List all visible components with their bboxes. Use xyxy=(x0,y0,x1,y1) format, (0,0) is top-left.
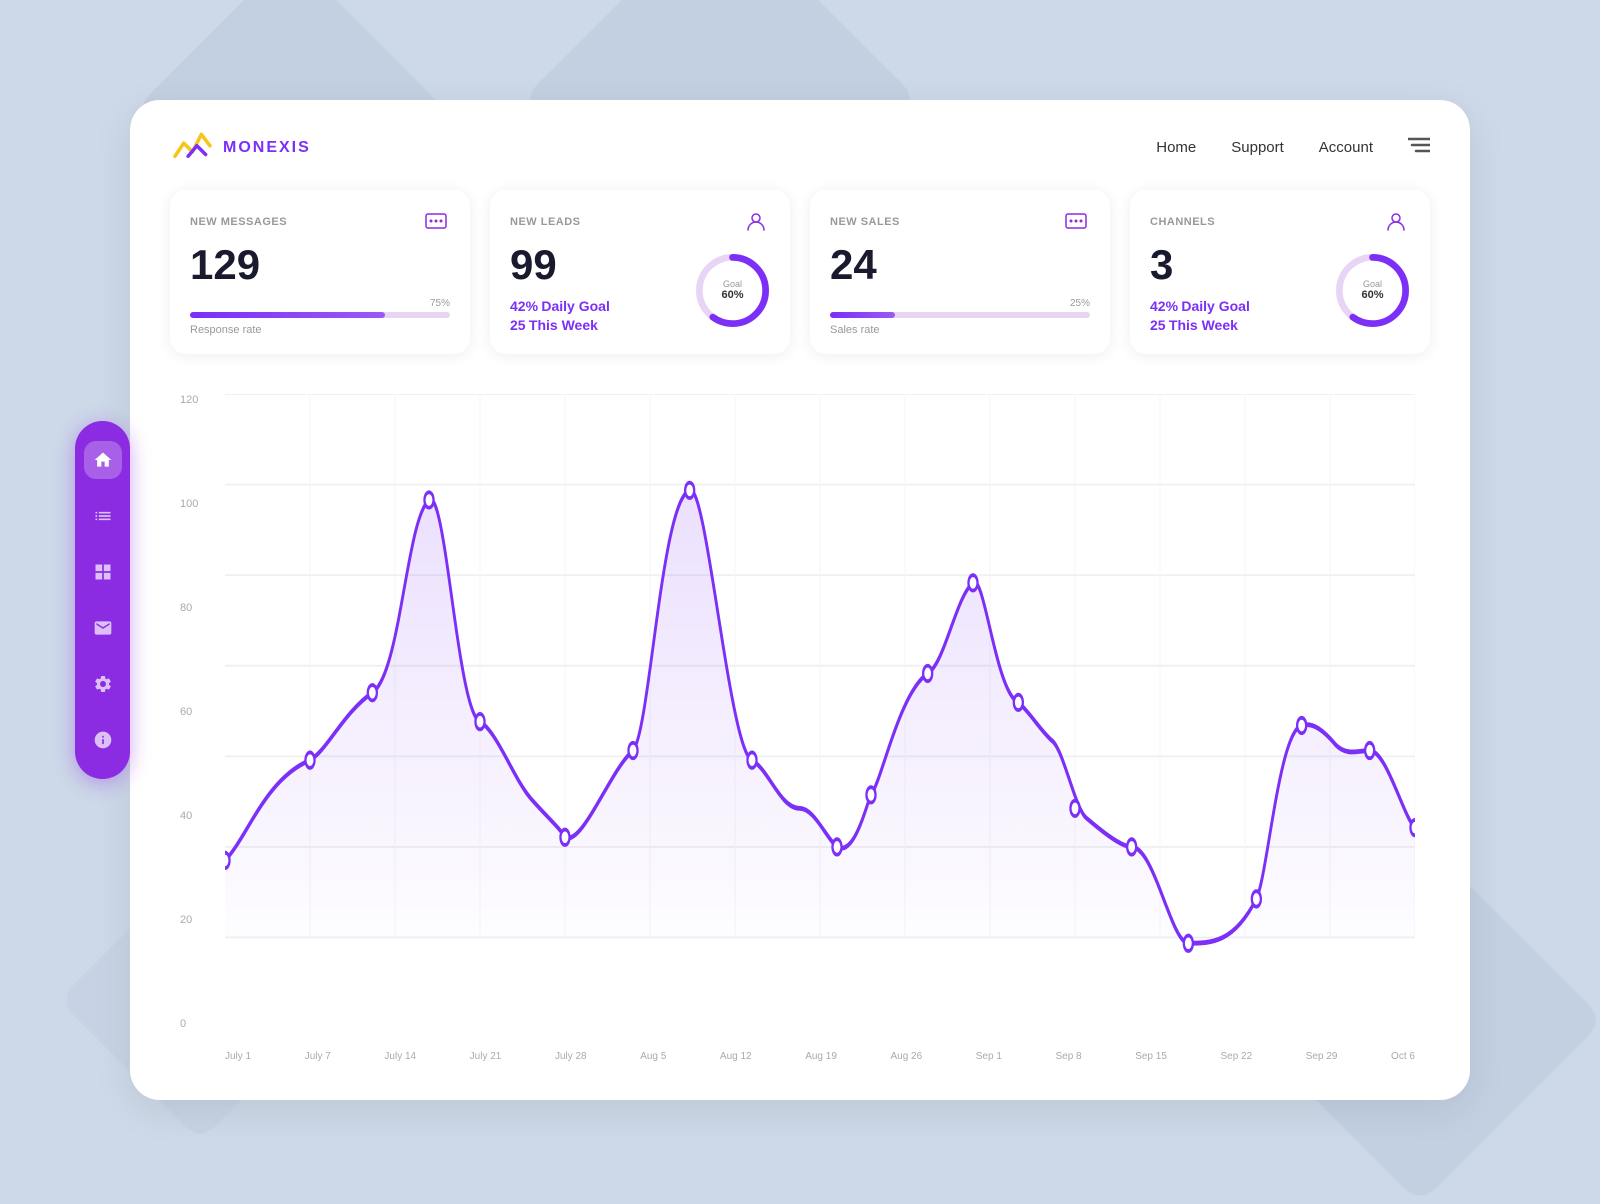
stat-card-leads-header: NEW LEADS xyxy=(510,208,770,236)
stat-sales-bar-fill xyxy=(830,312,895,318)
stat-channels-chart-label: Goal 60% xyxy=(1361,279,1383,301)
chart-area: 120 100 80 60 40 20 0 xyxy=(170,379,1430,1070)
sidebar-item-home[interactable] xyxy=(84,441,122,479)
stat-card-messages-header: NEW MESSAGES xyxy=(190,208,450,236)
stat-messages-value: 129 xyxy=(190,244,450,286)
leads-icon xyxy=(742,208,770,236)
stats-row: NEW MESSAGES 129 75% Response rate xyxy=(170,190,1430,354)
stat-sales-value: 24 xyxy=(830,244,1090,286)
menu-icon[interactable] xyxy=(1408,137,1430,158)
stat-sales-label: NEW SALES xyxy=(830,216,900,228)
sales-icon xyxy=(1062,208,1090,236)
stat-card-channels-header: CHANNELS xyxy=(1150,208,1410,236)
stat-channels-goal-label: Daily Goal xyxy=(1181,298,1249,314)
sidebar-item-list[interactable] xyxy=(84,497,122,535)
nav: Home Support Account xyxy=(1156,137,1430,158)
stat-card-channels: CHANNELS 3 42% Daily Goal 25 This Week xyxy=(1130,190,1430,354)
chart-y-axis: 120 100 80 60 40 20 0 xyxy=(180,394,198,1030)
stat-sales-bar-bg xyxy=(830,312,1090,318)
stat-channels-left: 3 42% Daily Goal 25 This Week xyxy=(1150,244,1325,336)
stat-card-sales-header: NEW SALES xyxy=(830,208,1090,236)
stat-messages-sub: Response rate xyxy=(190,324,450,336)
list-icon xyxy=(93,506,113,526)
stat-channels-label: CHANNELS xyxy=(1150,216,1215,228)
stat-sales-bar: 25% xyxy=(830,298,1090,318)
stat-messages-bar: 75% xyxy=(190,298,450,318)
stat-leads-week-val: 25 xyxy=(510,317,526,333)
logo: MONEXIS xyxy=(170,130,311,165)
stat-sales-sub: Sales rate xyxy=(830,324,1090,336)
home-icon xyxy=(93,450,113,470)
line-chart-svg xyxy=(225,394,1415,1030)
logo-text: MONEXIS xyxy=(223,139,311,157)
mail-icon xyxy=(93,618,113,638)
nav-support[interactable]: Support xyxy=(1231,139,1284,156)
info-icon xyxy=(93,730,113,750)
stat-messages-label: NEW MESSAGES xyxy=(190,216,287,228)
stat-messages-bar-fill xyxy=(190,312,385,318)
stat-leads-label: NEW LEADS xyxy=(510,216,581,228)
stat-leads-left: 99 42% Daily Goal 25 This Week xyxy=(510,244,685,336)
sidebar-item-settings[interactable] xyxy=(84,665,122,703)
stat-leads-week-label: This Week xyxy=(529,317,598,333)
stat-channels-week-val: 25 xyxy=(1150,317,1166,333)
stat-channels-week-label: This Week xyxy=(1169,317,1238,333)
stat-leads-goal-label: Daily Goal xyxy=(541,298,609,314)
stat-channels-content: 3 42% Daily Goal 25 This Week Goal xyxy=(1150,244,1410,336)
stat-sales-bar-label: 25% xyxy=(830,298,1090,309)
nav-account[interactable]: Account xyxy=(1319,139,1373,156)
main-card: MONEXIS Home Support Account NEW MESSAGE… xyxy=(130,100,1470,1100)
sidebar xyxy=(75,421,130,779)
stat-card-sales: NEW SALES 24 25% Sales rate xyxy=(810,190,1110,354)
stat-messages-bar-label: 75% xyxy=(190,298,450,309)
sidebar-item-grid[interactable] xyxy=(84,553,122,591)
stat-channels-week: 25 This Week xyxy=(1150,317,1325,333)
stat-channels-goal-pct: 42% xyxy=(1150,298,1178,314)
header: MONEXIS Home Support Account xyxy=(170,130,1430,165)
stat-leads-daily-goal: 42% Daily Goal xyxy=(510,298,685,314)
stat-leads-week: 25 This Week xyxy=(510,317,685,333)
chart-x-axis: July 1 July 7 July 14 July 21 July 28 Au… xyxy=(225,1051,1415,1062)
stat-card-leads: NEW LEADS 99 42% Daily Goal 25 This Week xyxy=(490,190,790,354)
stat-leads-chart-label: Goal 60% xyxy=(721,279,743,301)
stat-channels-value: 3 xyxy=(1150,244,1325,286)
stat-channels-daily-goal: 42% Daily Goal xyxy=(1150,298,1325,314)
stat-leads-value: 99 xyxy=(510,244,685,286)
stat-leads-chart: Goal 60% xyxy=(695,253,770,328)
channels-icon xyxy=(1382,208,1410,236)
messages-icon xyxy=(422,208,450,236)
grid-icon xyxy=(93,562,113,582)
sidebar-item-mail[interactable] xyxy=(84,609,122,647)
stat-leads-content: 99 42% Daily Goal 25 This Week Goal xyxy=(510,244,770,336)
logo-icon xyxy=(170,130,215,165)
stat-channels-chart: Goal 60% xyxy=(1335,253,1410,328)
stat-leads-goal-pct: 42% xyxy=(510,298,538,314)
nav-home[interactable]: Home xyxy=(1156,139,1196,156)
sidebar-item-info[interactable] xyxy=(84,721,122,759)
settings-icon xyxy=(93,674,113,694)
stat-messages-bar-bg xyxy=(190,312,450,318)
stat-card-messages: NEW MESSAGES 129 75% Response rate xyxy=(170,190,470,354)
